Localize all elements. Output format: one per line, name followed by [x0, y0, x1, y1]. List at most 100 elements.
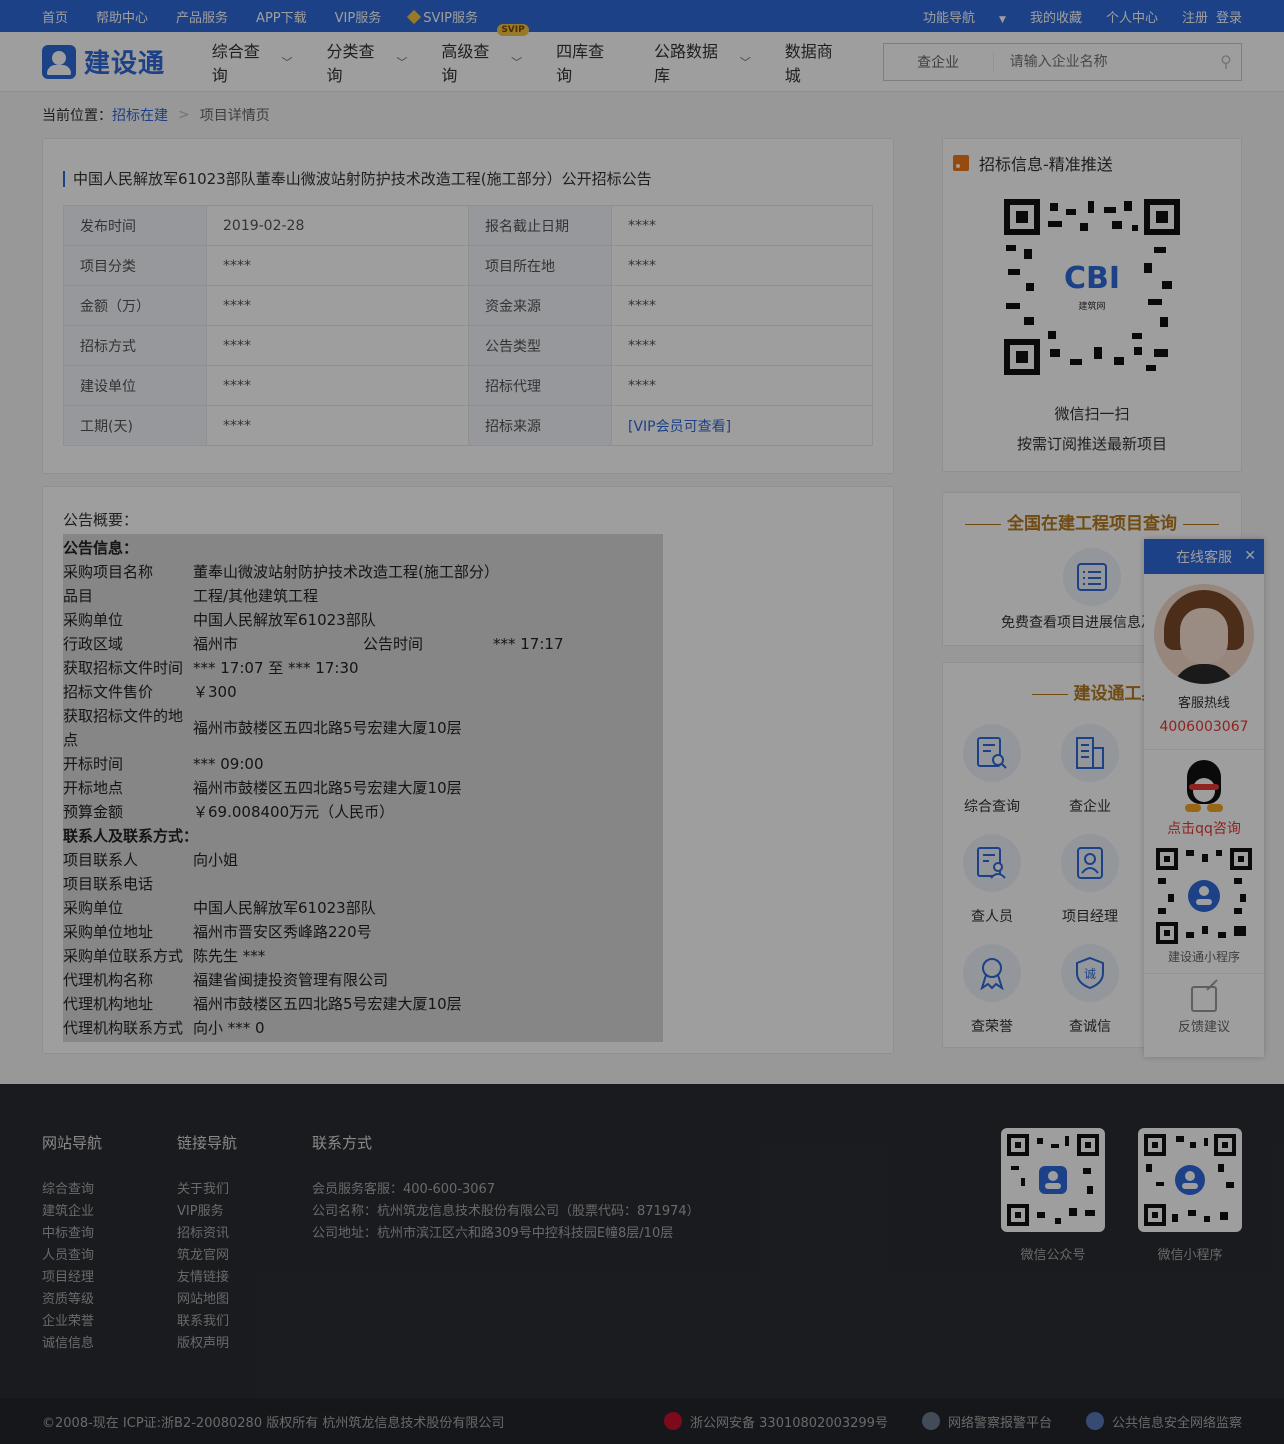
table-row: 金额（万） **** 资金来源 ****: [63, 285, 873, 326]
section-heading: 公告信息：: [63, 539, 139, 557]
footer-link[interactable]: 联系我们: [177, 1311, 237, 1333]
summary-row: 开标地点 福州市鼓楼区五四北路5号宏建大厦10层: [63, 779, 462, 797]
summary-title: 公告概要：: [63, 511, 139, 529]
breadcrumb-link[interactable]: 招标在建: [112, 105, 168, 125]
breadcrumb-current: 项目详情页: [199, 108, 270, 124]
shield-icon: [1085, 1412, 1104, 1430]
tool-honor-query[interactable]: 查荣誉: [943, 934, 1041, 1044]
building-icon: [1061, 724, 1119, 782]
tool-company-query[interactable]: 查企业: [1041, 714, 1139, 824]
search-box: 查企业 ⚲: [882, 42, 1242, 81]
medal-icon: [963, 944, 1021, 1002]
footer-link[interactable]: 建筑企业: [42, 1201, 102, 1223]
rss-icon: [953, 155, 969, 171]
footer-link[interactable]: 企业荣誉: [42, 1311, 102, 1333]
tool-person-query[interactable]: 查人员: [943, 824, 1041, 934]
public-security-link[interactable]: 公共信息安全网络监察: [1085, 1412, 1242, 1431]
footer-link[interactable]: 中标查询: [42, 1223, 102, 1245]
topbar-profile-link[interactable]: 个人中心: [1106, 7, 1158, 26]
vip-view-link[interactable]: [VIP会员可查看]: [628, 419, 731, 435]
summary-row: 代理机构联系方式 向小 *** 0: [63, 1019, 265, 1037]
nav-advanced-query[interactable]: 高级查询 ﹀ SVIP: [441, 23, 529, 86]
topbar-home-link[interactable]: 首页: [42, 7, 68, 26]
project-title: 中国人民解放军61023部队董奉山微波站射防护技术改造工程(施工部分）公开招标公…: [63, 171, 873, 187]
rss-card: 招标信息-精准推送 CBI 建筑网 微信扫一扫 按需订阅推送最新项目: [942, 138, 1242, 472]
summary-row: 采购单位 中国人民解放军61023部队: [63, 611, 376, 629]
summary-row: 采购单位 中国人民解放军61023部队: [63, 899, 376, 917]
summary-card: 公告概要： 公告信息： 采购项目名称 董奉山微波站射防护技术改造工程(施工部分） …: [42, 486, 894, 1054]
search-input[interactable]: [993, 53, 1211, 70]
summary-row: 招标文件售价 ￥300: [63, 683, 237, 701]
search-icon[interactable]: ⚲: [1211, 52, 1241, 71]
police-record-link[interactable]: 浙公网安备 33010802003299号: [664, 1412, 888, 1431]
service-phone[interactable]: 4006003067: [1144, 719, 1264, 735]
topbar-register-link[interactable]: 注册: [1182, 7, 1208, 26]
footer-link[interactable]: 综合查询: [42, 1179, 102, 1201]
topbar-favorites-link[interactable]: 我的收藏: [1030, 7, 1082, 26]
summary-content: 公告信息： 采购项目名称 董奉山微波站射防护技术改造工程(施工部分） 品目 工程/其…: [63, 534, 663, 1042]
table-row: 发布时间 2019-02-28 报名截止日期 ****: [63, 205, 873, 246]
nav-four-libraries[interactable]: 四库查询: [556, 38, 620, 86]
document-search-icon: [963, 724, 1021, 782]
summary-row: 采购单位地址 福州市晋安区秀峰路220号: [63, 923, 372, 941]
qq-consult-link[interactable]: 点击qq咨询: [1144, 818, 1264, 838]
person-document-icon: [963, 834, 1021, 892]
search-scope-select[interactable]: 查企业: [884, 51, 994, 72]
nav-category-query[interactable]: 分类查询 ﹀: [327, 38, 408, 86]
topbar-vip-link[interactable]: VIP服务: [335, 7, 382, 26]
main-nav: 综合查询 ﹀ 分类查询 ﹀ 高级查询 ﹀ SVIP 四库查询 公路数据库 ﹀ 数据商城: [212, 23, 883, 86]
feedback-edit-icon[interactable]: [1191, 986, 1217, 1012]
topbar-svip-link[interactable]: SVIP服务: [407, 7, 506, 26]
diamond-icon: [407, 9, 422, 24]
nav-comprehensive-query[interactable]: 综合查询 ﹀: [212, 38, 293, 86]
footer-link[interactable]: 网站地图: [177, 1289, 237, 1311]
topbar-products-link[interactable]: 产品服务: [176, 7, 228, 26]
footer-link[interactable]: 筑龙官网: [177, 1245, 237, 1267]
nav-highway-database[interactable]: 公路数据库 ﹀: [654, 38, 751, 86]
close-icon[interactable]: ✕: [1244, 548, 1256, 564]
footer-link[interactable]: 人员查询: [42, 1245, 102, 1267]
tool-comprehensive-query[interactable]: 综合查询: [943, 714, 1041, 824]
footer-link[interactable]: 友情链接: [177, 1267, 237, 1289]
summary-row: 预算金额 ￥69.008400万元（人民币）: [63, 803, 395, 821]
tool-integrity-query[interactable]: 诚 查诚信: [1041, 934, 1139, 1044]
cyber-police-link[interactable]: 网络警察报警平台: [921, 1412, 1052, 1431]
topbar-app-link[interactable]: APP下载: [256, 7, 307, 26]
topbar-help-link[interactable]: 帮助中心: [96, 7, 148, 26]
online-service-panel: 在线客服 ✕ 客服热线 4006003067 点击qq咨询 建设通小程序 反馈建…: [1144, 539, 1264, 1057]
chevron-down-icon: ﹀: [396, 55, 408, 69]
project-info-card: 中国人民解放军61023部队董奉山微波站射防护技术改造工程(施工部分）公开招标公…: [42, 138, 894, 474]
chevron-down-icon: ﹀: [511, 55, 523, 69]
topbar-function-nav[interactable]: 功能导航 ▼: [899, 7, 1006, 26]
footer-link[interactable]: 资质等级: [42, 1289, 102, 1311]
footer-link[interactable]: 诚信信息: [42, 1333, 102, 1355]
summary-row: 行政区域 福州市 公告时间 *** 17:17: [63, 635, 564, 653]
list-document-icon: [1063, 548, 1121, 606]
top-bar: 首页 帮助中心 产品服务 APP下载 VIP服务 SVIP服务 功能导航 ▼ 我的…: [0, 0, 1284, 32]
footer-link[interactable]: 关于我们: [177, 1179, 237, 1201]
project-info-table: 发布时间 2019-02-28 报名截止日期 **** 项目分类 **** 项目所在地…: [63, 205, 873, 446]
tool-project-manager[interactable]: 项目经理: [1041, 824, 1139, 934]
nav-data-mall[interactable]: 数据商城: [785, 38, 849, 86]
summary-row: 获取招标文件的地点 福州市鼓楼区五四北路5号宏建大厦10层: [63, 707, 462, 749]
feedback-link[interactable]: 反馈建议: [1144, 1016, 1264, 1035]
online-service-header: 在线客服 ✕: [1144, 539, 1264, 574]
footer-link[interactable]: 项目经理: [42, 1267, 102, 1289]
summary-row: 项目联系人 向小姐: [63, 851, 239, 869]
site-logo[interactable]: 建设通: [42, 43, 212, 80]
summary-row: 项目联系电话: [63, 875, 154, 893]
bottom-bar: ©2008-现在 ICP证:浙B2-20080280 版权所有 杭州筑龙信息技术…: [0, 1398, 1284, 1444]
qr-code-image: [1001, 1128, 1105, 1232]
table-row: 工期(天) **** 招标来源 [VIP会员可查看]: [63, 405, 873, 446]
copyright-text: ©2008-现在 ICP证:浙B2-20080280 版权所有 杭州筑龙信息技术…: [42, 1415, 505, 1431]
footer-link[interactable]: VIP服务: [177, 1201, 237, 1223]
table-row: 项目分类 **** 项目所在地 ****: [63, 245, 873, 286]
svg-text:诚: 诚: [1084, 967, 1096, 981]
footer-link[interactable]: 招标资讯: [177, 1223, 237, 1245]
breadcrumb: 当前位置： 招标在建 > 项目详情页: [42, 105, 270, 125]
topbar-login-link[interactable]: 登录: [1216, 7, 1242, 26]
qq-penguin-icon[interactable]: [1181, 760, 1227, 814]
service-avatar[interactable]: [1154, 584, 1254, 684]
summary-row: 采购单位联系方式 陈先生 ***: [63, 947, 266, 965]
footer-link[interactable]: 版权声明: [177, 1333, 237, 1355]
